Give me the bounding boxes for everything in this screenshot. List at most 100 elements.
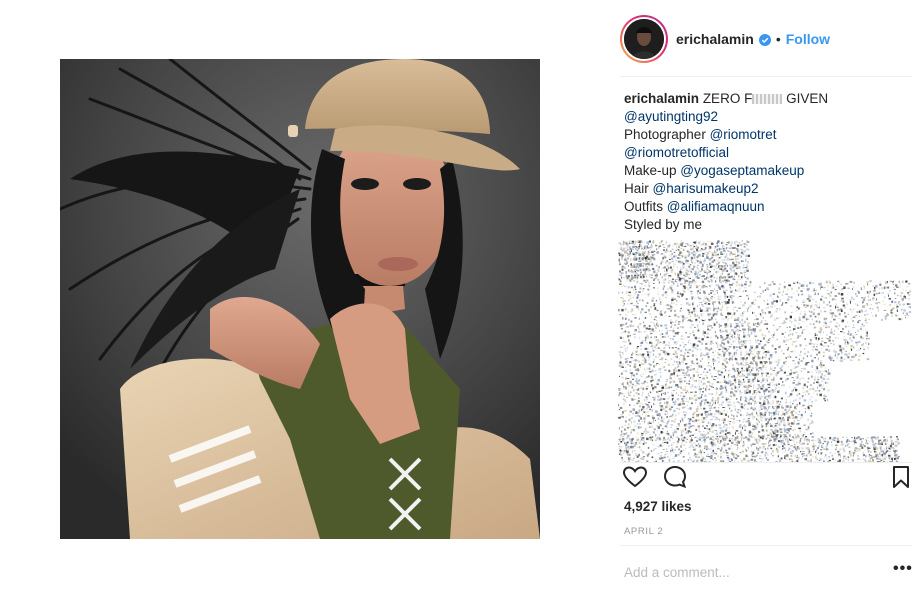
noise-dot: [675, 299, 677, 301]
noise-dot: [771, 334, 773, 336]
noise-dot: [679, 292, 681, 295]
noise-dot: [692, 282, 695, 284]
noise-dot: [664, 353, 666, 356]
noise-dot: [716, 290, 719, 291]
noise-dot: [827, 293, 830, 295]
noise-dot: [844, 339, 848, 341]
noise-dot: [639, 287, 642, 290]
noise-dot: [735, 264, 739, 267]
noise-dot: [632, 245, 635, 248]
noise-dot: [702, 334, 705, 336]
mention-link[interactable]: @riomotret: [710, 127, 777, 142]
noise-dot: [881, 292, 884, 294]
noise-dot: [831, 286, 834, 289]
noise-dot: [743, 440, 745, 444]
noise-dot: [689, 287, 692, 289]
noise-dot: [751, 414, 754, 416]
noise-dot: [695, 428, 698, 431]
noise-dot: [788, 408, 791, 411]
noise-dot: [670, 309, 673, 312]
noise-dot: [850, 348, 853, 351]
noise-dot: [771, 418, 772, 420]
noise-dot: [711, 297, 713, 301]
noise-dot: [723, 245, 725, 247]
noise-dot: [640, 274, 641, 276]
noise-dot: [801, 377, 803, 379]
noise-dot: [855, 295, 858, 297]
noise-dot: [716, 435, 718, 438]
noise-dot: [661, 260, 664, 263]
noise-dot: [787, 424, 790, 426]
noise-dot: [703, 270, 706, 272]
avatar[interactable]: [620, 15, 668, 63]
noise-dot: [623, 395, 626, 397]
noise-dot: [840, 289, 843, 292]
noise-dot: [773, 283, 776, 285]
noise-dot: [806, 298, 810, 300]
noise-dot: [760, 368, 763, 371]
noise-dot: [713, 407, 716, 409]
noise-dot: [630, 353, 633, 356]
noise-dot: [844, 353, 846, 356]
mention-link[interactable]: @harisumakeup2: [653, 181, 759, 196]
noise-dot: [677, 327, 679, 329]
username-link[interactable]: erichalamin: [676, 31, 754, 47]
noise-dot: [639, 247, 640, 250]
noise-dot: [712, 342, 714, 344]
noise-dot: [673, 327, 675, 330]
noise-dot: [789, 401, 791, 404]
noise-dot: [632, 248, 635, 251]
mention-link[interactable]: @ayutingting92: [624, 109, 718, 124]
noise-dot: [842, 304, 846, 307]
follow-button[interactable]: Follow: [786, 31, 830, 47]
noise-dot: [754, 395, 756, 399]
noise-dot: [654, 439, 657, 442]
noise-dot: [806, 385, 808, 388]
noise-dot: [637, 242, 639, 244]
noise-dot: [748, 434, 750, 437]
noise-dot: [697, 397, 701, 400]
noise-dot: [785, 399, 787, 401]
noise-dot: [815, 440, 817, 442]
noise-dot: [707, 241, 709, 243]
noise-dot: [640, 311, 642, 314]
noise-dot: [725, 385, 727, 388]
noise-dot: [777, 413, 779, 416]
noise-dot: [730, 404, 732, 406]
noise-dot: [768, 395, 770, 397]
noise-dot: [788, 447, 791, 450]
mention-link[interactable]: @riomotretofficial: [624, 145, 729, 160]
noise-dot: [728, 351, 731, 354]
noise-dot: [634, 425, 637, 427]
noise-dot: [830, 342, 833, 344]
noise-dot: [720, 430, 723, 433]
noise-dot: [752, 303, 756, 305]
noise-dot: [626, 244, 629, 247]
noise-dot: [649, 330, 652, 332]
noise-dot: [899, 295, 902, 297]
noise-dot: [620, 446, 623, 448]
noise-dot: [827, 389, 830, 392]
noise-dot: [753, 349, 755, 352]
noise-dot: [693, 309, 695, 313]
post-photo[interactable]: [60, 59, 540, 539]
noise-dot: [719, 295, 721, 298]
noise-dot: [862, 352, 865, 355]
noise-dot: [881, 287, 883, 290]
noise-dot: [842, 348, 845, 350]
noise-dot: [625, 386, 627, 390]
noise-dot: [870, 298, 871, 302]
noise-dot: [654, 369, 657, 372]
mention-link[interactable]: @alifiamaqnuun: [667, 199, 765, 214]
noise-dot: [748, 322, 751, 324]
mention-link[interactable]: @yogaseptamakeup: [680, 163, 804, 178]
noise-dot: [856, 329, 859, 332]
caption-username[interactable]: erichalamin: [624, 91, 699, 106]
noise-dot: [908, 297, 910, 301]
noise-dot: [642, 262, 645, 265]
noise-dot: [656, 309, 659, 312]
noise-dot: [684, 255, 687, 257]
noise-dot: [739, 278, 742, 280]
noise-dot: [798, 427, 801, 430]
noise-dot: [722, 247, 725, 250]
